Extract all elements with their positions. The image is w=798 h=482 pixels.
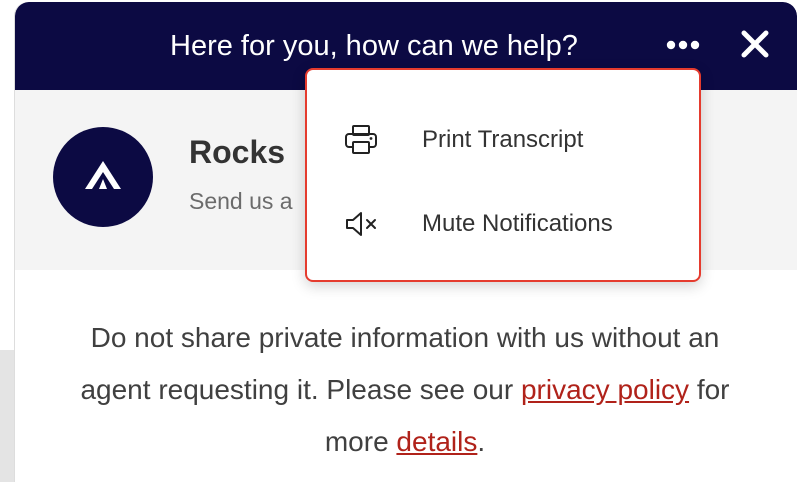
menu-item-label: Print Transcript: [422, 126, 584, 153]
avatar: [53, 127, 153, 227]
brand-logo-icon: [83, 159, 123, 196]
header-title: Here for you, how can we help?: [170, 30, 578, 62]
printer-icon: [341, 122, 381, 158]
menu-item-mute-notifications[interactable]: Mute Notifications: [307, 184, 699, 264]
details-link[interactable]: details: [396, 426, 477, 457]
privacy-policy-link[interactable]: privacy policy: [521, 374, 689, 405]
agent-name: Rocks: [189, 134, 286, 170]
more-horizontal-icon: [666, 37, 700, 55]
privacy-notice: Do not share private information with us…: [55, 312, 755, 468]
close-icon: [741, 30, 769, 63]
agent-subtitle: Send us a: [189, 188, 293, 214]
notice-text-after: .: [477, 426, 486, 457]
speaker-muted-icon: [341, 206, 381, 242]
menu-item-label: Mute Notifications: [422, 210, 613, 237]
options-menu: Print Transcript Mute Notifications: [305, 68, 701, 282]
close-button[interactable]: [735, 26, 775, 66]
menu-item-print-transcript[interactable]: Print Transcript: [307, 100, 699, 180]
more-options-button[interactable]: [661, 30, 705, 62]
